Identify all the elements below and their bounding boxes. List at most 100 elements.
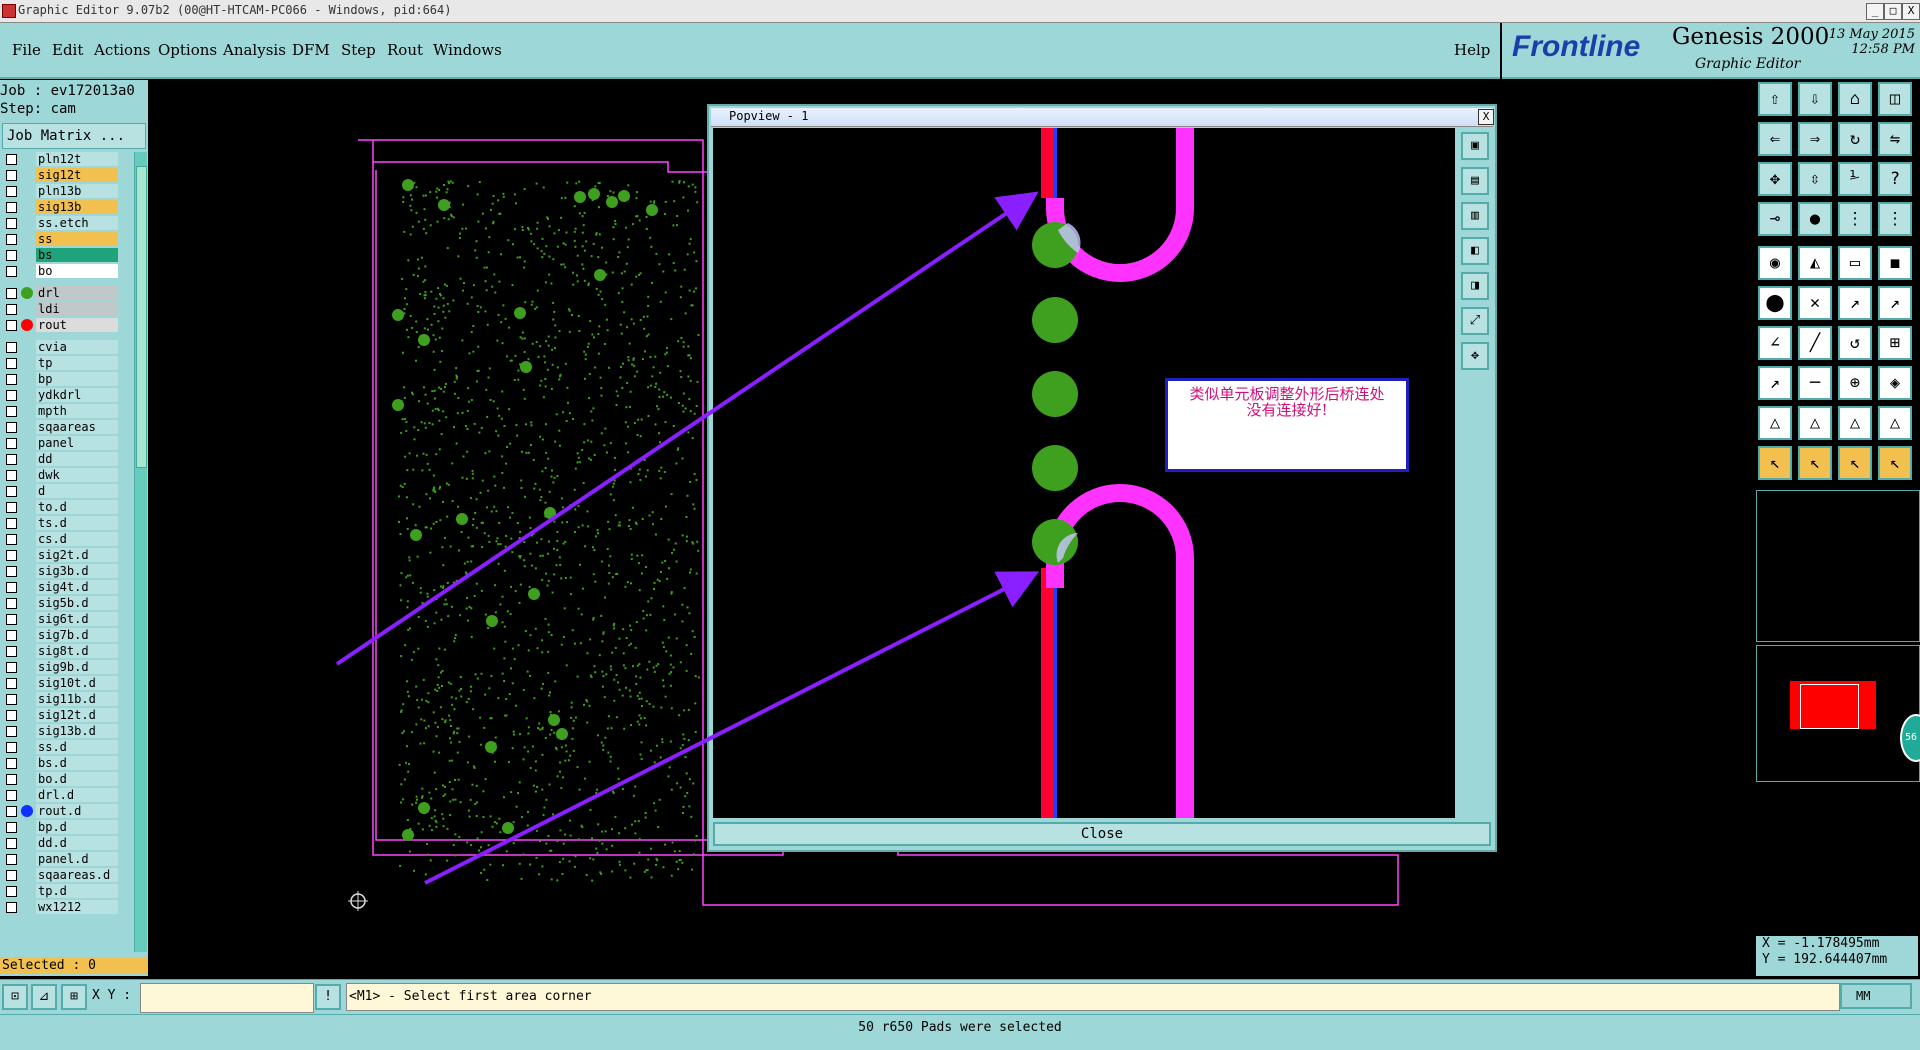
layer-row[interactable]: panel.d xyxy=(0,852,120,866)
layer-checkbox[interactable] xyxy=(6,390,17,401)
menu-step[interactable]: Step xyxy=(341,41,376,59)
undo-icon[interactable]: ↺ xyxy=(1838,326,1872,360)
layer-row[interactable]: pln13b xyxy=(0,184,120,198)
layer-checkbox[interactable] xyxy=(6,342,17,353)
layer-row[interactable]: bo xyxy=(0,264,120,278)
layer-row[interactable]: sig13b xyxy=(0,200,120,214)
layer-checkbox[interactable] xyxy=(6,186,17,197)
layer-row[interactable]: drl.d xyxy=(0,788,120,802)
grid-icon[interactable]: ⊞ xyxy=(1878,326,1912,360)
net-icon[interactable]: ⬤ xyxy=(1758,286,1792,320)
menu-options[interactable]: Options xyxy=(158,41,217,59)
layer-checkbox[interactable] xyxy=(6,502,17,513)
pointer-icon[interactable]: ↖ xyxy=(1758,446,1792,480)
layer-row[interactable]: sig6t.d xyxy=(0,612,120,626)
layer-scrollbar[interactable] xyxy=(134,152,147,952)
layer-row[interactable]: sig3b.d xyxy=(0,564,120,578)
layer-checkbox[interactable] xyxy=(6,470,17,481)
layer-row[interactable]: cs.d xyxy=(0,532,120,546)
help-icon[interactable]: ? xyxy=(1878,162,1912,196)
menu-edit[interactable]: Edit xyxy=(52,41,83,59)
layer-row[interactable]: sig11b.d xyxy=(0,692,120,706)
probe-icon[interactable]: ⊸ xyxy=(1758,202,1792,236)
panel-split-icon[interactable]: ◫ xyxy=(1878,82,1912,116)
layer-checkbox[interactable] xyxy=(6,202,17,213)
stretch-icon[interactable]: ⇳ xyxy=(1798,162,1832,196)
menu-dfm[interactable]: DFM xyxy=(292,41,330,59)
layer-checkbox[interactable] xyxy=(6,742,17,753)
pad-icon[interactable]: ● xyxy=(1798,202,1832,236)
maximize-button[interactable]: □ xyxy=(1884,3,1902,20)
arrow-2-icon[interactable]: ↗ xyxy=(1878,286,1912,320)
layer-checkbox[interactable] xyxy=(6,678,17,689)
layer-checkbox[interactable] xyxy=(6,438,17,449)
layer-row[interactable]: bo.d xyxy=(0,772,120,786)
layer-row[interactable]: sqaareas.d xyxy=(0,868,120,882)
popview-tool-4-icon[interactable]: ◧ xyxy=(1461,237,1489,265)
pad-select-icon[interactable]: ◉ xyxy=(1758,246,1792,280)
layer-checkbox[interactable] xyxy=(6,886,17,897)
line-icon[interactable]: ─ xyxy=(1798,366,1832,400)
popview-pan-icon[interactable]: ✥ xyxy=(1461,342,1489,370)
popview-tool-3-icon[interactable]: ▥ xyxy=(1461,202,1489,230)
center-icon[interactable]: ⊕ xyxy=(1838,366,1872,400)
layer-row[interactable]: dwk xyxy=(0,468,120,482)
triangle-icon[interactable]: △ xyxy=(1758,406,1792,440)
layer-row[interactable]: sqaareas xyxy=(0,420,120,434)
cross-icon[interactable]: ✕ xyxy=(1798,286,1832,320)
layer-row[interactable]: panel xyxy=(0,436,120,450)
layer-checkbox[interactable] xyxy=(6,710,17,721)
layer-row[interactable]: ydkdrl xyxy=(0,388,120,402)
shape-icon[interactable]: ◭ xyxy=(1798,246,1832,280)
layer-row[interactable]: cvia xyxy=(0,340,120,354)
angle-icon[interactable]: ∠ xyxy=(1758,326,1792,360)
layer-checkbox[interactable] xyxy=(6,518,17,529)
layer-row[interactable]: sig2t.d xyxy=(0,548,120,562)
overview-viewport[interactable] xyxy=(1800,684,1859,729)
layer-row[interactable]: to.d xyxy=(0,500,120,514)
layer-row[interactable]: ts.d xyxy=(0,516,120,530)
compare-2-icon[interactable]: ⋮ xyxy=(1878,202,1912,236)
popview-tool-2-icon[interactable]: ▤ xyxy=(1461,167,1489,195)
layer-row[interactable]: bp.d xyxy=(0,820,120,834)
layer-row[interactable]: ss xyxy=(0,232,120,246)
layer-checkbox[interactable] xyxy=(6,758,17,769)
layer-checkbox[interactable] xyxy=(6,534,17,545)
layer-row[interactable]: bs xyxy=(0,248,120,262)
scale-icon[interactable]: ⅟ xyxy=(1838,162,1872,196)
menu-rout[interactable]: Rout xyxy=(387,41,423,59)
layer-row[interactable]: sig4t.d xyxy=(0,580,120,594)
layer-checkbox[interactable] xyxy=(6,822,17,833)
layer-checkbox[interactable] xyxy=(6,218,17,229)
layer-row[interactable]: sig10t.d xyxy=(0,676,120,690)
layer-checkbox[interactable] xyxy=(6,790,17,801)
layer-checkbox[interactable] xyxy=(6,250,17,261)
menu-file[interactable]: File xyxy=(12,41,41,59)
menu-help[interactable]: Help xyxy=(1454,41,1490,59)
scrollbar-thumb[interactable] xyxy=(136,166,147,468)
layer-row[interactable]: sig9b.d xyxy=(0,660,120,674)
layer-row[interactable]: ss.etch xyxy=(0,216,120,230)
diagonal-icon[interactable]: ╱ xyxy=(1798,326,1832,360)
layer-checkbox[interactable] xyxy=(6,358,17,369)
layer-checkbox[interactable] xyxy=(6,630,17,641)
menu-analysis[interactable]: Analysis xyxy=(223,41,286,59)
layer-checkbox[interactable] xyxy=(6,694,17,705)
layer-checkbox[interactable] xyxy=(6,550,17,561)
layer-row[interactable]: d xyxy=(0,484,120,498)
square-icon[interactable]: ◼ xyxy=(1878,246,1912,280)
menu-windows[interactable]: Windows xyxy=(433,41,502,59)
layer-checkbox[interactable] xyxy=(6,288,17,299)
menu-actions[interactable]: Actions xyxy=(94,41,150,59)
layer-checkbox[interactable] xyxy=(6,598,17,609)
popview-close-icon[interactable]: X xyxy=(1478,109,1494,125)
layer-checkbox[interactable] xyxy=(6,454,17,465)
layer-row[interactable]: sig5b.d xyxy=(0,596,120,610)
layer-checkbox[interactable] xyxy=(6,870,17,881)
layer-row[interactable]: dd xyxy=(0,452,120,466)
layer-checkbox[interactable] xyxy=(6,304,17,315)
layer-row[interactable]: tp xyxy=(0,356,120,370)
triangle-4-icon[interactable]: △ xyxy=(1878,406,1912,440)
layer-row[interactable]: ss.d xyxy=(0,740,120,754)
mirror-icon[interactable]: ⇋ xyxy=(1878,122,1912,156)
